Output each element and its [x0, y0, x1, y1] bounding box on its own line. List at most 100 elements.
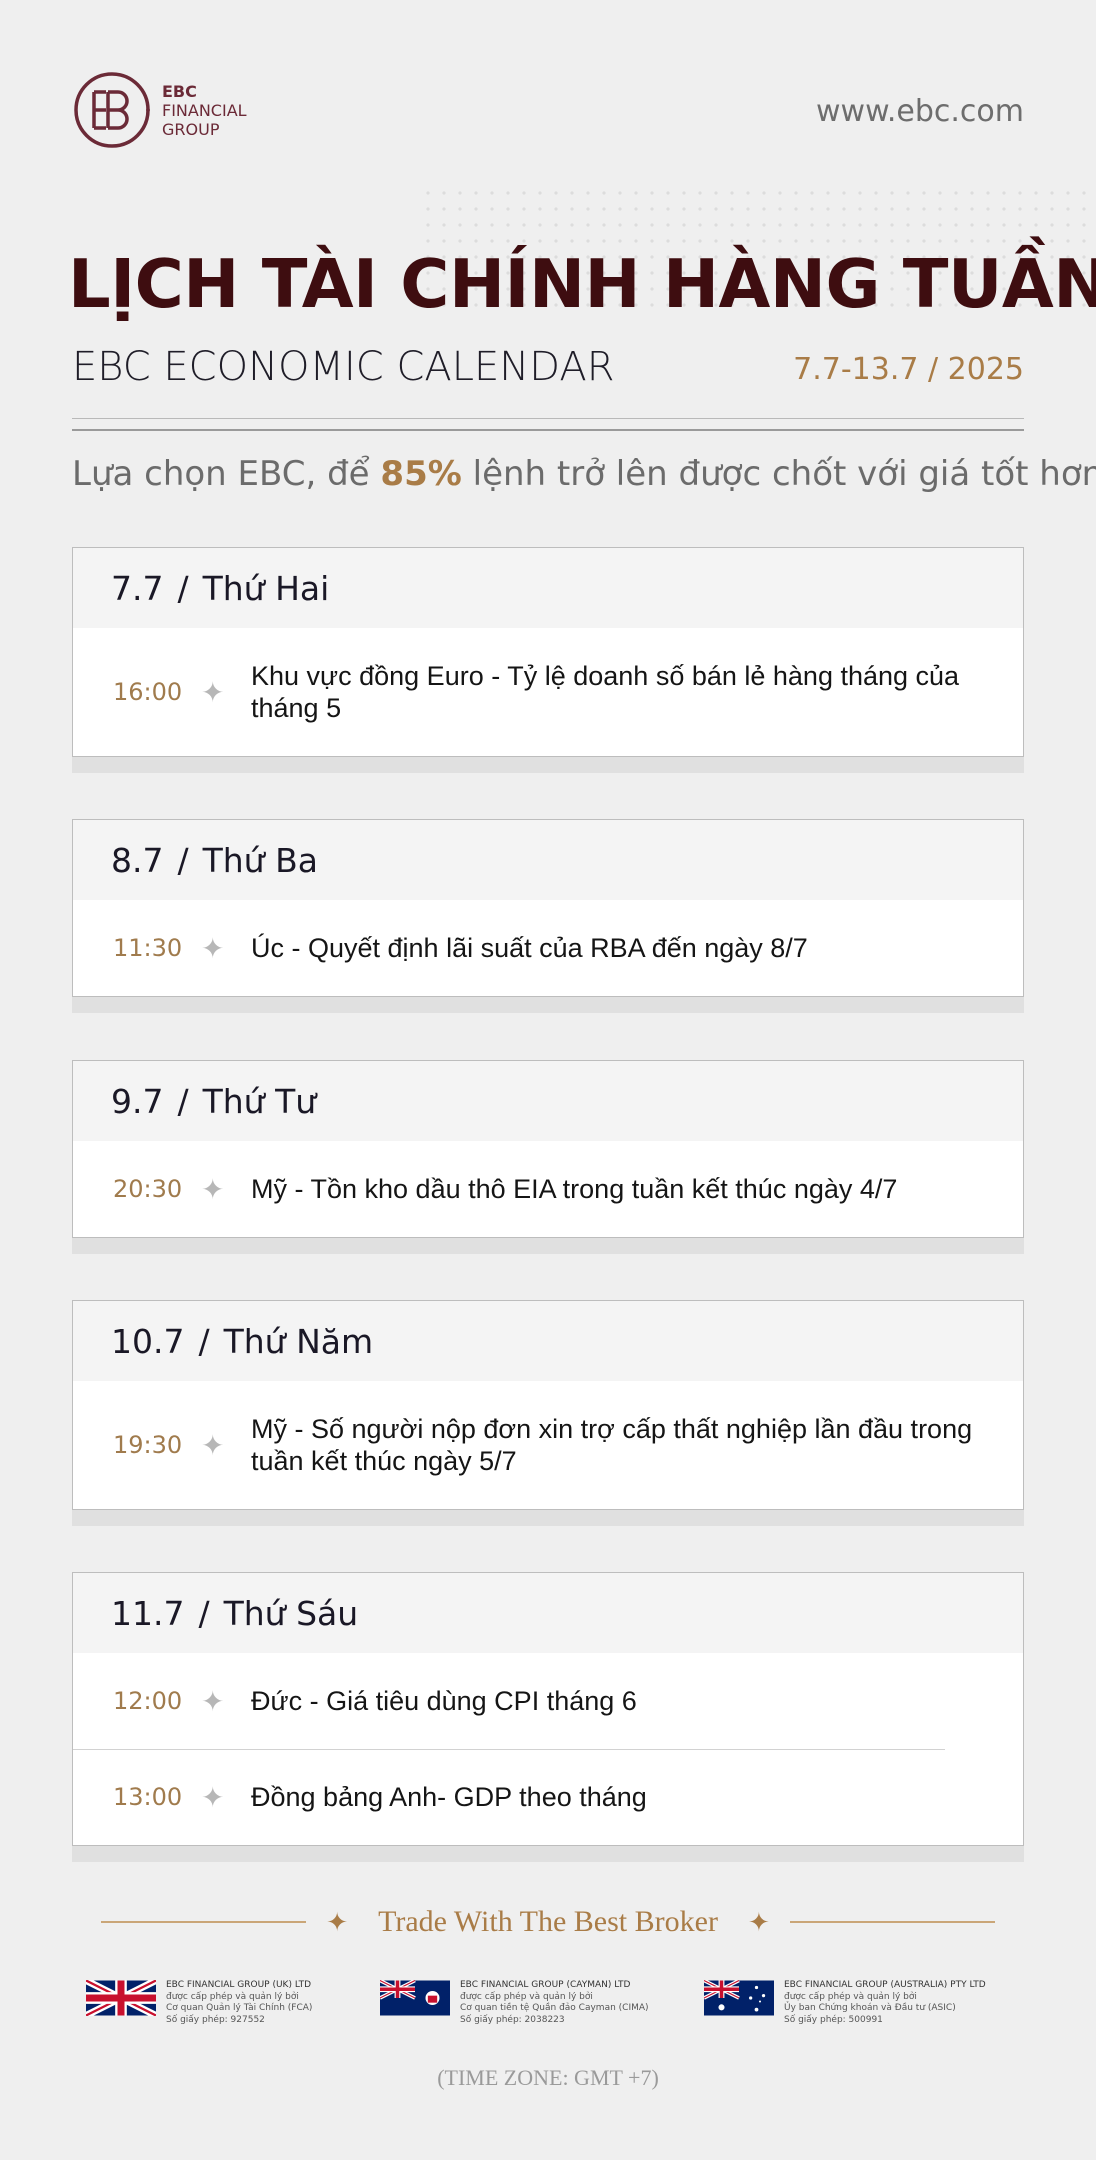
- day-card: 8.7 / Thứ Ba 11:30 ✦ Úc - Quyết định lãi…: [72, 819, 1024, 1013]
- sparkle-icon: ✦: [201, 932, 225, 964]
- tagline-text: Lựa chọn EBC, để: [72, 454, 381, 494]
- event-row: 11:30 ✦ Úc - Quyết định lãi suất của RBA…: [73, 900, 1023, 996]
- event-time: 11:30: [113, 934, 183, 962]
- divider: [72, 429, 1024, 431]
- event-title: Khu vực đồng Euro - Tỷ lệ doanh số bán l…: [251, 661, 960, 723]
- day-date: 7.7: [111, 568, 164, 608]
- day-header: 10.7 / Thứ Năm: [73, 1301, 1023, 1381]
- day-weekday: Thứ Ba: [202, 840, 318, 880]
- day-header: 7.7 / Thứ Hai: [73, 548, 1023, 628]
- day-separator: /: [198, 1321, 210, 1361]
- day-weekday: Thứ Hai: [202, 568, 330, 608]
- day-header: 11.7 / Thứ Sáu: [73, 1573, 1023, 1653]
- sparkle-icon: ✦: [747, 1906, 770, 1937]
- day-separator: /: [177, 568, 189, 608]
- event-time: 19:30: [113, 1431, 183, 1459]
- regulator-text: EBC FINANCIAL GROUP (CAYMAN) LTD được cấ…: [460, 1980, 649, 2026]
- logo-line-2: FINANCIAL: [162, 100, 247, 120]
- event-time: 13:00: [113, 1783, 183, 1811]
- day-header: 8.7 / Thứ Ba: [73, 820, 1023, 900]
- day-date: 11.7: [111, 1593, 185, 1633]
- sparkle-icon: ✦: [201, 1781, 225, 1813]
- event-row: 19:30 ✦ Mỹ - Số người nộp đơn xin trợ cấ…: [73, 1381, 1023, 1509]
- day-date: 9.7: [111, 1081, 164, 1121]
- regulator-cayman: EBC FINANCIAL GROUP (CAYMAN) LTD được cấ…: [380, 1980, 649, 2026]
- regulator-company: EBC FINANCIAL GROUP (CAYMAN) LTD: [460, 1980, 631, 1990]
- day-weekday: Thứ Sáu: [223, 1593, 359, 1633]
- day-card: 11.7 / Thứ Sáu 12:00 ✦ Đức - Giá tiêu dù…: [72, 1572, 1024, 1862]
- event-row: 13:00 ✦ Đồng bảng Anh- GDP theo tháng: [73, 1749, 1023, 1845]
- logo-line-3: GROUP: [162, 119, 220, 139]
- slogan-line: [101, 1921, 307, 1923]
- event-time: 16:00: [113, 678, 183, 706]
- card-shadow: [72, 1510, 1024, 1526]
- slogan-text: Trade With The Best Broker: [378, 1905, 718, 1938]
- event-title: Mỹ - Tồn kho dầu thô EIA trong tuần kết …: [251, 1174, 898, 1204]
- day-card: 9.7 / Thứ Tư 20:30 ✦ Mỹ - Tồn kho dầu th…: [72, 1060, 1024, 1254]
- event-time: 12:00: [113, 1687, 183, 1715]
- day-separator: /: [177, 840, 189, 880]
- day-header: 9.7 / Thứ Tư: [73, 1061, 1023, 1141]
- event-row: 12:00 ✦ Đức - Giá tiêu dùng CPI tháng 6: [73, 1653, 1023, 1749]
- day-weekday: Thứ Tư: [202, 1081, 317, 1121]
- card-shadow: [72, 1846, 1024, 1862]
- regulator-line: được cấp phép và quản lý bởi: [784, 1991, 917, 2002]
- regulator-australia: EBC FINANCIAL GROUP (AUSTRALIA) PTY LTD …: [704, 1980, 986, 2026]
- sparkle-icon: ✦: [201, 676, 225, 708]
- regulator-license: Số giấy phép: 2038223: [460, 2014, 565, 2025]
- regulator-license: Số giấy phép: 500991: [784, 2014, 883, 2025]
- card-shadow: [72, 997, 1024, 1013]
- day-card: 7.7 / Thứ Hai 16:00 ✦ Khu vực đồng Euro …: [72, 547, 1024, 773]
- tagline-percent: 85%: [380, 454, 462, 494]
- event-divider: [73, 1749, 945, 1750]
- timezone-note: (TIME ZONE: GMT +7): [437, 2065, 659, 2090]
- sparkle-icon: ✦: [201, 1429, 225, 1461]
- event-row: 20:30 ✦ Mỹ - Tồn kho dầu thô EIA trong t…: [73, 1141, 1023, 1237]
- page-subtitle: EBC ECONOMIC CALENDAR: [72, 344, 615, 390]
- regulator-text: EBC FINANCIAL GROUP (AUSTRALIA) PTY LTD …: [784, 1980, 986, 2026]
- event-title: Đức - Giá tiêu dùng CPI tháng 6: [251, 1686, 637, 1716]
- regulator-company: EBC FINANCIAL GROUP (UK) LTD: [166, 1980, 312, 1990]
- site-url-link[interactable]: www.ebc.com: [816, 94, 1024, 129]
- regulator-uk: EBC FINANCIAL GROUP (UK) LTD được cấp ph…: [86, 1980, 312, 2026]
- date-range: 7.7-13.7 / 2025: [793, 352, 1024, 387]
- regulator-line: Cơ quan Quản lý Tài Chính (FCA): [166, 2003, 313, 2013]
- card-shadow: [72, 1238, 1024, 1254]
- calendar-page: EBC FINANCIAL GROUP www.ebc.com LỊCH TÀI…: [0, 0, 1096, 2160]
- event-time: 20:30: [113, 1175, 183, 1203]
- sparkle-icon: ✦: [201, 1173, 225, 1205]
- slogan-row: ✦ Trade With The Best Broker ✦: [0, 1905, 1096, 1939]
- ebc-logo: EBC FINANCIAL GROUP: [72, 70, 247, 150]
- divider: [72, 418, 1024, 419]
- cayman-flag-icon: [380, 1980, 450, 2016]
- regulator-license: Số giấy phép: 927552: [166, 2014, 265, 2025]
- sparkle-icon: ✦: [201, 1685, 225, 1717]
- slogan-line: [789, 1921, 995, 1923]
- tagline: Lựa chọn EBC, để 85% lệnh trở lên được c…: [72, 454, 1096, 494]
- page-title: LỊCH TÀI CHÍNH HÀNG TUẦN: [68, 245, 1096, 323]
- event-row: 16:00 ✦ Khu vực đồng Euro - Tỷ lệ doanh …: [73, 628, 1023, 756]
- regulator-line: Ủy ban Chứng khoán và Đầu tư (ASIC): [784, 2003, 956, 2013]
- regulator-company: EBC FINANCIAL GROUP (AUSTRALIA) PTY LTD: [784, 1980, 986, 1990]
- regulator-line: được cấp phép và quản lý bởi: [460, 1991, 593, 2002]
- day-separator: /: [198, 1593, 210, 1633]
- tagline-text: lệnh trở lên được chốt với giá tốt hơn: [461, 454, 1096, 494]
- regulator-text: EBC FINANCIAL GROUP (UK) LTD được cấp ph…: [166, 1980, 312, 2026]
- day-card: 10.7 / Thứ Năm 19:30 ✦ Mỹ - Số người nộp…: [72, 1300, 1024, 1526]
- event-title: Đồng bảng Anh- GDP theo tháng: [251, 1782, 647, 1812]
- logo-line-1: EBC: [162, 81, 197, 101]
- sparkle-icon: ✦: [326, 1906, 349, 1937]
- day-separator: /: [177, 1081, 189, 1121]
- australia-flag-icon: [704, 1980, 774, 2016]
- day-weekday: Thứ Năm: [223, 1321, 374, 1361]
- ebc-logo-icon: [74, 72, 150, 148]
- event-title: Mỹ - Số người nộp đơn xin trợ cấp thất n…: [251, 1414, 973, 1476]
- uk-flag-icon: [86, 1980, 156, 2016]
- card-shadow: [72, 757, 1024, 773]
- regulator-line: Cơ quan tiền tệ Quần đảo Cayman (CIMA): [460, 2003, 649, 2013]
- day-date: 8.7: [111, 840, 164, 880]
- day-date: 10.7: [111, 1321, 185, 1361]
- event-title: Úc - Quyết định lãi suất của RBA đến ngà…: [251, 933, 808, 963]
- logo-wordmark: EBC FINANCIAL GROUP: [162, 82, 247, 139]
- regulator-line: được cấp phép và quản lý bởi: [166, 1991, 299, 2002]
